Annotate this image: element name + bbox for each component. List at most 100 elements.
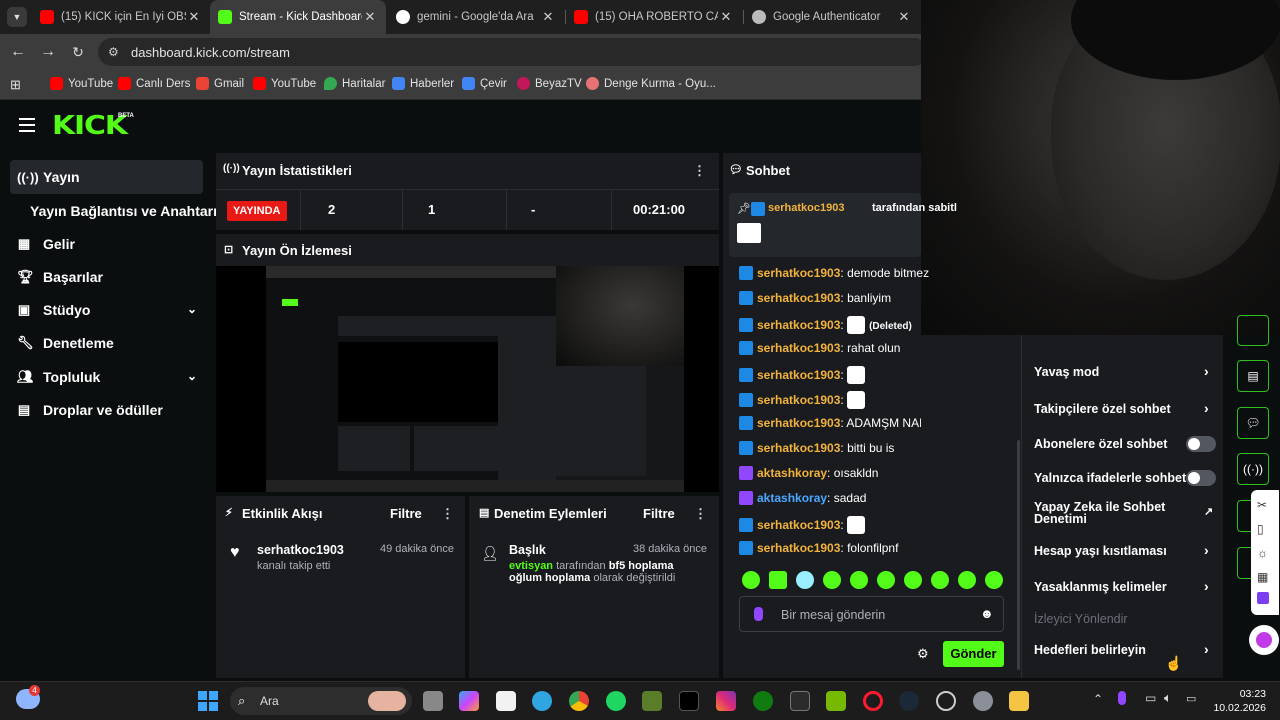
- chat-username[interactable]: serhatkoc1903: [757, 541, 840, 555]
- rail-button[interactable]: [1237, 315, 1269, 346]
- back-button[interactable]: ←: [8, 42, 28, 62]
- more-icon[interactable]: ⋮: [693, 163, 706, 179]
- copilot-icon[interactable]: [459, 691, 479, 711]
- pinned-message[interactable]: 📌︎ serhatkoc1903 tarafından sabitl: [729, 193, 957, 257]
- edge-icon[interactable]: [532, 691, 552, 711]
- network-icon[interactable]: ▭: [1145, 691, 1156, 705]
- chevron-up-icon[interactable]: ⌃: [1093, 692, 1103, 706]
- xbox-icon[interactable]: [753, 691, 773, 711]
- moderation-actor[interactable]: evtisyan: [509, 560, 553, 572]
- opera-icon[interactable]: [863, 691, 883, 711]
- chat-username[interactable]: serhatkoc1903: [757, 318, 840, 332]
- windows-start-icon[interactable]: [198, 691, 218, 711]
- chat-username[interactable]: serhatkoc1903: [757, 291, 840, 305]
- bookmark-denge-kurma[interactable]: Denge Kurma - Oyu...: [586, 77, 716, 90]
- bookmark-haritalar[interactable]: Haritalar: [324, 77, 385, 90]
- chat-message[interactable]: serhatkoc1903: demode bitmez: [739, 266, 929, 280]
- microphone-icon[interactable]: [754, 607, 763, 621]
- filter-button[interactable]: Filtre: [643, 506, 675, 521]
- emote-icon[interactable]: [769, 571, 787, 589]
- setting-slow-mode[interactable]: Yavaş mod: [1034, 365, 1099, 379]
- site-info-icon[interactable]: ⚙: [108, 45, 119, 59]
- obs-icon[interactable]: [936, 691, 956, 711]
- more-icon[interactable]: ⋮: [694, 506, 707, 522]
- external-link-icon[interactable]: ↗: [1204, 505, 1213, 518]
- emote-icon[interactable]: [742, 571, 760, 589]
- bookmark-beyaztv[interactable]: BeyazTV: [517, 77, 582, 90]
- emote-icon[interactable]: [931, 571, 949, 589]
- app-icon[interactable]: [642, 691, 662, 711]
- chat-message[interactable]: aktashkoray: oısakldn: [739, 466, 878, 480]
- chat-username[interactable]: serhatkoc1903: [757, 441, 840, 455]
- volume-icon[interactable]: 🔈︎: [1164, 690, 1172, 706]
- tab-kick-obs[interactable]: (15) KICK için En İyi OBS Ya ✕: [32, 0, 210, 34]
- chat-message[interactable]: serhatkoc1903: bitti bu is: [739, 441, 894, 455]
- send-button[interactable]: Gönder: [943, 641, 1004, 667]
- sidebar-item-basarilar[interactable]: 🏆︎ Başarılar: [10, 260, 203, 294]
- chat-message[interactable]: serhatkoc1903: (Deleted): [739, 316, 912, 334]
- filter-button[interactable]: Filtre: [390, 506, 422, 521]
- chat-input[interactable]: Bir mesaj gönderin ☻: [739, 596, 1004, 632]
- notes-icon[interactable]: ▤: [1237, 360, 1269, 392]
- settings-icon[interactable]: [973, 691, 993, 711]
- gear-icon[interactable]: ⚙: [917, 646, 929, 662]
- chat-scrollbar[interactable]: [1017, 440, 1020, 670]
- close-icon[interactable]: ✕: [718, 9, 734, 25]
- bookmark-cevir[interactable]: Çevir: [462, 77, 507, 90]
- chat-message[interactable]: serhatkoc1903:: [739, 516, 869, 534]
- tab-gemini-search[interactable]: gemini - Google'da Ara ✕: [388, 0, 564, 34]
- reload-button[interactable]: ↻: [68, 42, 88, 62]
- emote-icon[interactable]: [796, 571, 814, 589]
- chat-message[interactable]: serhatkoc1903:: [739, 366, 869, 384]
- close-icon[interactable]: ✕: [186, 9, 202, 25]
- tab-google-authenticator[interactable]: Google Authenticator ✕: [744, 0, 920, 34]
- book-icon[interactable]: ▯: [1257, 522, 1264, 536]
- light-icon[interactable]: ☼: [1257, 546, 1268, 560]
- broadcast-icon[interactable]: ((·)): [1237, 453, 1269, 485]
- sidebar-item-stream-key[interactable]: Yayın Bağlantısı ve Anahtarı: [30, 203, 217, 219]
- setting-goals[interactable]: Hedefleri belirleyin: [1034, 643, 1146, 657]
- tiktok-icon[interactable]: [679, 691, 699, 711]
- pin-tool-icon[interactable]: ✂: [1257, 498, 1267, 512]
- taskbar-clock[interactable]: 03:23 10.02.2026: [1210, 687, 1266, 715]
- kick-logo[interactable]: KICK: [52, 111, 128, 141]
- emote-icon[interactable]: [823, 571, 841, 589]
- bookmark-youtube-2[interactable]: YouTube: [253, 77, 316, 90]
- bookmark-canli-ders[interactable]: Canlı Ders: [118, 77, 190, 90]
- chevron-right-icon[interactable]: ›: [1204, 363, 1209, 379]
- chat-username[interactable]: serhatkoc1903: [757, 416, 840, 430]
- more-icon[interactable]: ⋮: [441, 506, 454, 522]
- address-bar[interactable]: ⚙ dashboard.kick.com/stream: [98, 38, 928, 66]
- chevron-down-icon[interactable]: ⌄: [187, 302, 197, 316]
- app-icon[interactable]: [1257, 592, 1269, 604]
- forward-button[interactable]: →: [38, 42, 58, 62]
- tab-kick-dashboard[interactable]: Stream - Kick Dashboard ✕: [210, 0, 386, 34]
- steam-icon[interactable]: [899, 691, 919, 711]
- emote-icon[interactable]: [904, 571, 922, 589]
- side-tools-popup[interactable]: ✂ ▯ ☼ ▦: [1251, 490, 1279, 615]
- chat-message[interactable]: serhatkoc1903: rahat olun: [739, 341, 900, 355]
- chat-message[interactable]: serhatkoc1903: folonfilpnf: [739, 541, 898, 555]
- emote-only-toggle[interactable]: [1186, 470, 1216, 486]
- chevron-right-icon[interactable]: ›: [1204, 578, 1209, 594]
- subscribers-only-toggle[interactable]: [1186, 436, 1216, 452]
- sidebar-item-studyo[interactable]: ▣ Stüdyo ⌄: [10, 293, 203, 327]
- sidebar-item-yayin[interactable]: ((·)) Yayın: [10, 160, 203, 194]
- menu-icon[interactable]: [19, 118, 35, 132]
- taskbar-search[interactable]: ⌕ Ara: [230, 687, 412, 715]
- tab-search-button[interactable]: ▼: [7, 7, 27, 27]
- bookmark-youtube[interactable]: YouTube: [50, 77, 113, 90]
- emote-icon[interactable]: [985, 571, 1003, 589]
- chrome-icon[interactable]: [569, 691, 589, 711]
- chat-username[interactable]: serhatkoc1903: [757, 393, 840, 407]
- close-icon[interactable]: ✕: [362, 9, 378, 25]
- sidebar-item-droplar[interactable]: ▤ Droplar ve ödüller: [10, 393, 203, 427]
- tab-roberto-carlos[interactable]: (15) OHA ROBERTO CARLO ✕: [566, 0, 742, 34]
- emote-icon[interactable]: [877, 571, 895, 589]
- chat-username[interactable]: serhatkoc1903: [757, 266, 840, 280]
- sidebar-item-denetleme[interactable]: 🔧︎ Denetleme: [10, 326, 203, 360]
- setting-account-age[interactable]: Hesap yaşı kısıtlaması: [1034, 544, 1167, 558]
- setting-ai-moderation[interactable]: Yapay Zeka ile Sohbet Denetimi: [1034, 501, 1174, 526]
- emote-icon[interactable]: [850, 571, 868, 589]
- instagram-icon[interactable]: [716, 691, 736, 711]
